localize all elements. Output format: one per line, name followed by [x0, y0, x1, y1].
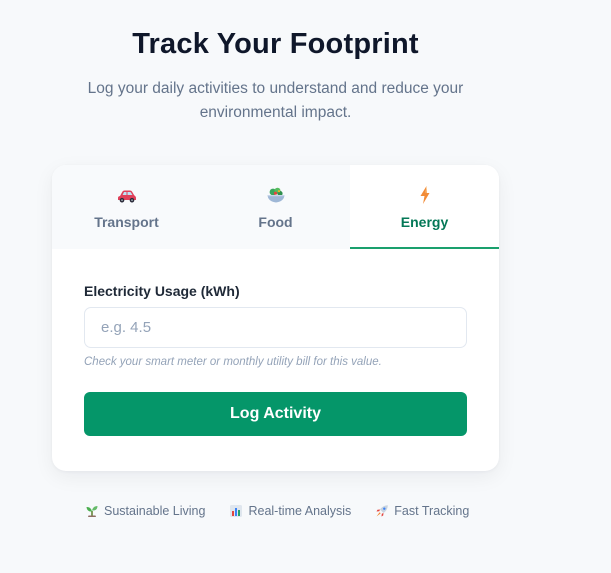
feature-label: Real-time Analysis: [248, 504, 352, 518]
tab-label: Energy: [400, 214, 449, 230]
feature-sustainable-living: Sustainable Living: [85, 504, 205, 518]
tab-transport[interactable]: Transport: [52, 165, 201, 249]
feature-fast-tracking: Fast Tracking: [375, 504, 469, 518]
activity-form: Electricity Usage (kWh) Check your smart…: [52, 249, 499, 436]
tab-label: Transport: [94, 214, 159, 230]
tab-energy[interactable]: Energy: [350, 165, 499, 249]
hero-section: Track Your Footprint Log your daily acti…: [0, 28, 551, 125]
category-tabs: Transport Food Energy: [52, 165, 499, 249]
electricity-usage-input[interactable]: [84, 307, 467, 348]
feature-label: Fast Tracking: [394, 504, 470, 518]
activity-card: Transport Food Energy Electricity Usage …: [52, 165, 499, 471]
salad-bowl-icon: [267, 187, 284, 203]
tab-food[interactable]: Food: [201, 165, 350, 249]
log-activity-button[interactable]: Log Activity: [84, 392, 467, 436]
bar-chart-icon: [230, 505, 243, 517]
electricity-usage-label: Electricity Usage (kWh): [84, 283, 240, 299]
feature-list: Sustainable Living Real-time Analysis Fa…: [85, 504, 493, 518]
feature-label: Sustainable Living: [104, 504, 206, 518]
tab-label: Food: [258, 214, 293, 230]
feature-real-time-analysis: Real-time Analysis: [229, 504, 351, 518]
car-icon: [117, 190, 136, 203]
field-hint: Check your smart meter or monthly utilit…: [84, 356, 382, 368]
seedling-icon: [86, 506, 98, 517]
page-title: Track Your Footprint: [132, 28, 419, 60]
rocket-icon: [376, 505, 389, 517]
lightning-icon: [420, 186, 429, 204]
page-subtitle: Log your daily activities to understand …: [87, 80, 464, 121]
